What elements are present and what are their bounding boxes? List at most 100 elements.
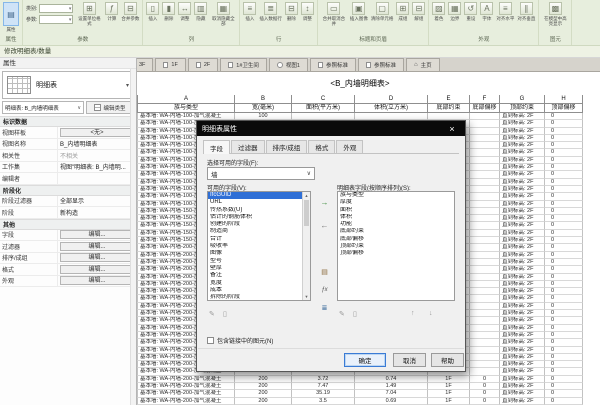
cell-0[interactable]: 基本墙: WA-内墙-200-加气混凝土 [137, 398, 235, 405]
group-button[interactable]: ⊞成组 [395, 1, 410, 22]
cell-7[interactable]: 0 [545, 186, 583, 193]
cell-3[interactable]: 1.49 [355, 383, 428, 390]
cell-6[interactable]: 直到标高: 2F [500, 376, 545, 383]
cell-7[interactable]: 0 [545, 113, 583, 120]
available-field-item[interactable]: 备注 [208, 272, 302, 279]
cell-5[interactable]: 0 [470, 383, 500, 390]
insert-image-button[interactable]: ▣插入图像 [349, 1, 369, 22]
cell-6[interactable]: 直到标高: 2F [500, 120, 545, 127]
properties-button[interactable]: ▤属性 [2, 1, 20, 33]
cell-1[interactable]: 200 [235, 390, 292, 397]
delete-row-button[interactable]: ⊟删除 [284, 1, 299, 22]
cell-6[interactable]: 直到标高: 2F [500, 368, 545, 375]
cell-5[interactable] [470, 266, 500, 273]
available-field-item[interactable]: 创建的阶段 [208, 221, 302, 228]
cell-6[interactable]: 直到标高: 2F [500, 332, 545, 339]
cell-7[interactable]: 0 [545, 310, 583, 317]
cell-6[interactable]: 直到标高: 2F [500, 398, 545, 405]
delete-scheduled-field-icon[interactable]: ▯ [353, 310, 357, 318]
available-field-item[interactable]: 型号 [208, 258, 302, 265]
instance-selector[interactable]: 明细表: B_内墙明细表 ∨ [2, 101, 84, 114]
cell-7[interactable]: 0 [545, 398, 583, 405]
cell-6[interactable]: 直到标高: 2F [500, 354, 545, 361]
property-section-header[interactable]: 标识数据^ [0, 116, 136, 127]
available-field-item[interactable]: 估计的钢筋体积 [208, 214, 302, 221]
cell-5[interactable] [470, 361, 500, 368]
cell-6[interactable]: 直到标高: 2F [500, 135, 545, 142]
properties-scrollbar[interactable] [130, 69, 136, 405]
cell-6[interactable]: 直到标高: 2F [500, 325, 545, 332]
edit-type-button[interactable]: 编辑类型 [86, 101, 134, 114]
cell-7[interactable]: 0 [545, 215, 583, 222]
property-edit-button[interactable]: 编辑... [60, 230, 134, 239]
cell-7[interactable]: 0 [545, 252, 583, 259]
cell-5[interactable] [470, 171, 500, 178]
scheduled-field-item[interactable]: 顶部偏移 [338, 250, 454, 257]
cell-7[interactable]: 0 [545, 222, 583, 229]
column-letter-3[interactable]: D [355, 95, 428, 104]
available-field-item[interactable]: 宽度 [208, 280, 302, 287]
cell-7[interactable]: 0 [545, 281, 583, 288]
cell-7[interactable]: 0 [545, 208, 583, 215]
cell-5[interactable] [470, 259, 500, 266]
cell-7[interactable]: 0 [545, 157, 583, 164]
scheduled-field-item[interactable]: 底部约束 [338, 228, 454, 235]
unhide-all-columns-button[interactable]: ▦取消隐藏全部 [209, 1, 237, 27]
move-down-icon[interactable]: ↓ [429, 310, 433, 317]
cell-5[interactable] [470, 215, 500, 222]
cell-6[interactable]: 直到标高: 2F [500, 128, 545, 135]
calculated-value-icon[interactable]: ƒx [317, 284, 332, 296]
borders-button[interactable]: ▦边界 [447, 1, 462, 22]
available-field-item[interactable]: 制造商 [208, 228, 302, 235]
cell-5[interactable] [470, 157, 500, 164]
cancel-button[interactable]: 取消 [393, 353, 426, 367]
cell-0[interactable]: 基本墙: WA-内墙-200-加气混凝土 [137, 376, 235, 383]
cell-6[interactable]: 直到标高: 2F [500, 383, 545, 390]
scrollbar-thumb[interactable] [304, 200, 309, 226]
cell-6[interactable]: 直到标高: 2F [500, 347, 545, 354]
cell-7[interactable]: 0 [545, 376, 583, 383]
cell-6[interactable]: 直到标高: 2F [500, 252, 545, 259]
clear-cell-button[interactable]: ▢清除单元格 [370, 1, 395, 22]
cell-0[interactable]: 基本墙: WA-内墙-200-加气混凝土 [137, 390, 235, 397]
cell-5[interactable] [470, 332, 500, 339]
available-field-item[interactable]: IfcGUID [208, 192, 302, 199]
cell-7[interactable]: 0 [545, 339, 583, 346]
cell-6[interactable]: 直到标高: 2F [500, 149, 545, 156]
cell-7[interactable]: 0 [545, 179, 583, 186]
dialog-tab-字段[interactable]: 字段 [203, 140, 230, 154]
reset-button[interactable]: ↺重设 [463, 1, 478, 22]
cell-5[interactable] [470, 113, 500, 120]
view-tab-视图1[interactable]: 视图1 [269, 58, 308, 71]
cell-5[interactable] [470, 164, 500, 171]
scheduled-field-item[interactable]: 面积 [338, 207, 454, 214]
available-field-item[interactable]: 合计 [208, 236, 302, 243]
insert-column-button[interactable]: ▯插入 [145, 1, 160, 22]
cell-5[interactable] [470, 347, 500, 354]
ok-button[interactable]: 确定 [344, 353, 386, 367]
property-value[interactable] [58, 173, 136, 184]
scheduled-field-item[interactable]: 族与类型 [338, 192, 454, 199]
merge-unmerge-button[interactable]: ▭合并取消合并 [320, 1, 348, 27]
column-letter-1[interactable]: B [235, 95, 292, 104]
property-value[interactable]: 编辑... [58, 276, 136, 287]
cell-7[interactable]: 0 [545, 128, 583, 135]
scheduled-field-item[interactable]: 底部偏移 [338, 236, 454, 243]
cell-7[interactable]: 0 [545, 135, 583, 142]
cell-0[interactable]: 基本墙: WA-内墙-200-加气混凝土 [137, 383, 235, 390]
property-edit-button[interactable]: 编辑... [60, 265, 134, 274]
cell-6[interactable]: 直到标高: 2F [500, 390, 545, 397]
cell-6[interactable]: 直到标高: 2F [500, 237, 545, 244]
cell-5[interactable] [470, 179, 500, 186]
cell-4[interactable]: 1F [428, 376, 470, 383]
column-letter-4[interactable]: E [428, 95, 470, 104]
property-value[interactable]: 视图"明细表: B_内墙明... [58, 162, 136, 173]
column-header-2[interactable]: 面积(平方米) [292, 104, 355, 113]
column-header-0[interactable]: 族与类型 [137, 104, 235, 113]
cell-6[interactable]: 直到标高: 2F [500, 274, 545, 281]
cell-7[interactable]: 0 [545, 193, 583, 200]
cell-5[interactable] [470, 317, 500, 324]
highlight-in-model-button[interactable]: ▩在模型中高亮显示 [541, 1, 569, 27]
remove-field-icon[interactable]: ← [317, 219, 332, 231]
cell-5[interactable]: 0 [470, 390, 500, 397]
